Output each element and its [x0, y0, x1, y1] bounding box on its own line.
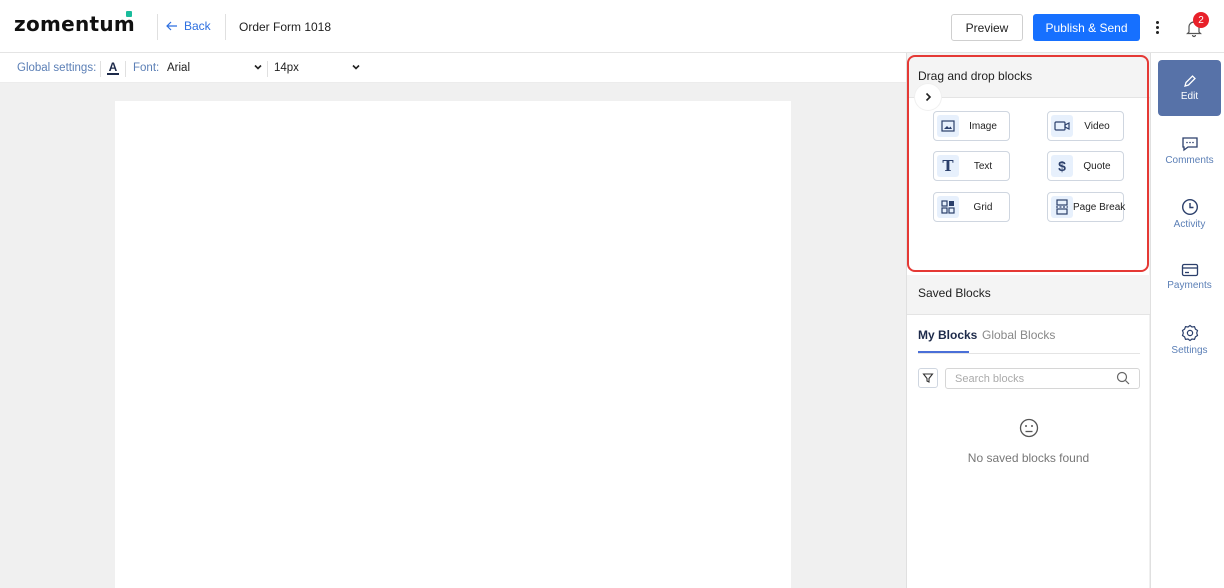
rail-label: Activity — [1173, 219, 1206, 230]
block-quote[interactable]: $ Quote — [1047, 151, 1124, 181]
block-label: Grid — [973, 201, 993, 213]
dnd-title: Drag and drop blocks — [918, 69, 1033, 83]
comment-icon — [1181, 137, 1198, 152]
text-color-icon[interactable]: A — [107, 60, 119, 76]
document-page[interactable] — [115, 101, 791, 588]
zomentum-logo: zomentum — [14, 11, 136, 36]
search-blocks-input[interactable] — [945, 368, 1140, 389]
video-icon — [1051, 115, 1073, 137]
clock-icon — [1181, 198, 1198, 216]
more-options-icon[interactable] — [1152, 17, 1162, 37]
tab-global-blocks[interactable]: Global Blocks — [982, 328, 1055, 342]
image-icon — [937, 115, 959, 137]
header-divider — [157, 14, 158, 40]
block-page-break[interactable]: Page Break — [1047, 192, 1126, 222]
toolbar-divider — [267, 61, 268, 77]
gear-icon — [1181, 324, 1198, 342]
filter-button[interactable] — [918, 368, 938, 388]
collapse-panel-button[interactable] — [915, 84, 941, 110]
rail-edit[interactable]: Edit — [1158, 60, 1221, 116]
grid-icon — [937, 196, 959, 218]
tab-my-blocks[interactable]: My Blocks — [918, 328, 977, 342]
back-label: Back — [184, 19, 211, 33]
back-button[interactable]: Back — [166, 19, 211, 33]
chevron-right-icon — [925, 92, 932, 102]
font-label: Font: — [133, 62, 160, 74]
dollar-icon: $ — [1051, 155, 1073, 177]
search-icon[interactable] — [1116, 371, 1130, 385]
block-text[interactable]: T Text — [933, 151, 1010, 181]
notification-badge: 2 — [1193, 12, 1209, 28]
empty-state-text: No saved blocks found — [967, 451, 1090, 465]
publish-send-button[interactable]: Publish & Send — [1033, 14, 1140, 41]
card-icon — [1181, 263, 1198, 277]
top-header: zomentum Back Order Form 1018 Preview Pu… — [0, 0, 1224, 53]
rail-label: Edit — [1180, 91, 1199, 102]
dnd-header: Drag and drop blocks — [907, 53, 1150, 98]
block-label: Text — [973, 160, 993, 172]
rail-label: Comments — [1165, 155, 1214, 166]
preview-button[interactable]: Preview — [951, 14, 1023, 41]
chevron-down-icon[interactable] — [350, 61, 362, 73]
rail-label: Payments — [1167, 280, 1212, 291]
page-break-icon — [1051, 196, 1073, 218]
block-grid[interactable]: Grid — [933, 192, 1010, 222]
block-video[interactable]: Video — [1047, 111, 1124, 141]
document-title: Order Form 1018 — [239, 20, 332, 34]
font-size-select[interactable]: 14px — [274, 62, 299, 74]
font-select[interactable]: Arial — [167, 62, 190, 74]
global-settings-bar: Global settings: A Font: Arial 14px — [0, 53, 906, 83]
rail-payments[interactable]: Payments — [1158, 249, 1221, 305]
saved-blocks-header: Saved Blocks — [907, 275, 1150, 315]
block-label: Video — [1084, 120, 1110, 132]
block-label: Image — [969, 120, 997, 132]
editor-canvas — [0, 84, 906, 588]
block-label: Quote — [1083, 160, 1111, 172]
rail-label: Settings — [1171, 345, 1208, 356]
blocks-panel: Drag and drop blocks Image Video T Text … — [906, 53, 1150, 588]
header-divider — [225, 14, 226, 40]
toolbar-divider — [100, 61, 101, 77]
block-label: Page Break — [1073, 201, 1126, 213]
rail-comments[interactable]: Comments — [1158, 123, 1221, 179]
rail-settings[interactable]: Settings — [1158, 312, 1221, 368]
arrow-left-icon — [166, 21, 177, 31]
filter-icon — [922, 373, 934, 383]
rail-activity[interactable]: Activity — [1158, 186, 1221, 242]
pencil-icon — [1183, 75, 1196, 87]
text-icon: T — [937, 155, 959, 177]
chevron-down-icon[interactable] — [252, 61, 264, 73]
toolbar-divider — [125, 61, 126, 77]
logo-accent-dot — [126, 11, 132, 17]
block-image[interactable]: Image — [933, 111, 1010, 141]
global-settings-label: Global settings: — [17, 62, 97, 74]
empty-face-icon — [1019, 418, 1039, 438]
saved-blocks-title: Saved Blocks — [918, 286, 991, 300]
tabs-divider — [918, 353, 1140, 354]
right-rail: Edit Comments Activity Payments Settings — [1150, 53, 1224, 588]
